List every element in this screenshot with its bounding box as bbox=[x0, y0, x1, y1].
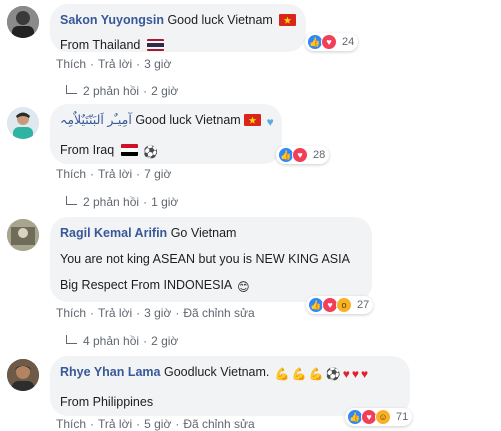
comment-text-line: Big Respect From INDONESIA bbox=[60, 278, 232, 292]
reaction-summary[interactable]: 👍 ♥ ☺ 71 bbox=[345, 408, 413, 426]
vietnam-flag-icon bbox=[244, 114, 262, 126]
blue-heart-icon: ♥ bbox=[266, 115, 274, 129]
thailand-flag-icon bbox=[146, 39, 164, 51]
vietnam-flag-icon bbox=[279, 14, 297, 26]
edited-label[interactable]: Đã chỉnh sửa bbox=[183, 417, 254, 431]
grinning-face-icon: 😊 bbox=[237, 280, 250, 294]
reaction-summary[interactable]: 👍 ♥ 28 bbox=[276, 146, 330, 164]
edited-label[interactable]: Đã chỉnh sửa bbox=[183, 306, 254, 320]
reply-link[interactable]: Trả lời bbox=[98, 167, 132, 181]
commenter-name[interactable]: Rhye Yhan Lama bbox=[60, 365, 161, 379]
reaction-count: 24 bbox=[342, 36, 355, 48]
flexed-biceps-icon: 💪 bbox=[308, 367, 324, 381]
soccer-ball-icon: ⚽ bbox=[143, 145, 159, 159]
red-heart-icon: ♥ bbox=[342, 367, 350, 381]
iraq-flag-icon bbox=[120, 144, 138, 156]
timestamp[interactable]: 3 giờ bbox=[144, 306, 171, 320]
comment-actions: Thích · Trả lời · 3 giờ bbox=[56, 57, 172, 71]
flexed-biceps-icon: 💪 bbox=[274, 367, 290, 381]
comment-text-line: From Iraq bbox=[60, 143, 115, 157]
timestamp[interactable]: 7 giờ bbox=[144, 167, 171, 181]
avatar[interactable] bbox=[7, 107, 39, 139]
comment-bubble: Sakon Yuyongsin Good luck Vietnam From T… bbox=[50, 4, 306, 52]
commenter-name[interactable]: آمِيـٌر اَلبَنّتَيٌلاٌمِہ bbox=[60, 113, 132, 127]
view-replies[interactable]: 4 phản hồi · 2 giờ bbox=[66, 334, 178, 348]
love-reaction-icon: ♥ bbox=[321, 34, 337, 50]
reaction-count: 27 bbox=[357, 299, 370, 311]
reply-link[interactable]: Trả lời bbox=[98, 306, 132, 320]
comment-text: Go Vietnam bbox=[170, 226, 237, 240]
commenter-name[interactable]: Ragil Kemal Arifin bbox=[60, 226, 167, 240]
reaction-summary[interactable]: 👍 ♥ o 27 bbox=[306, 296, 374, 314]
like-link[interactable]: Thích bbox=[56, 167, 86, 181]
reply-arrow-icon bbox=[66, 196, 77, 205]
comment-text: Goodluck Vietnam. bbox=[164, 365, 270, 379]
reaction-count: 71 bbox=[396, 411, 409, 423]
timestamp[interactable]: 3 giờ bbox=[144, 57, 171, 71]
reply-arrow-icon bbox=[66, 335, 77, 344]
comment-text-line: From Thailand bbox=[60, 38, 141, 52]
view-replies[interactable]: 2 phản hồi · 1 giờ bbox=[66, 195, 178, 209]
view-replies[interactable]: 2 phản hồi · 2 giờ bbox=[66, 84, 178, 98]
comment-actions: Thích · Trả lời · 5 giờ · Đã chỉnh sửa bbox=[56, 417, 255, 431]
comment-bubble: آمِيـٌر اَلبَنّتَيٌلاٌمِہ Good luck Viet… bbox=[50, 104, 282, 164]
timestamp[interactable]: 5 giờ bbox=[144, 417, 171, 431]
reply-arrow-icon bbox=[66, 85, 77, 94]
red-heart-icon: ♥ bbox=[360, 367, 369, 381]
like-link[interactable]: Thích bbox=[56, 417, 86, 431]
like-link[interactable]: Thích bbox=[56, 306, 86, 320]
comment-text-line: You are not king ASEAN but you is NEW KI… bbox=[60, 252, 350, 266]
haha-reaction-icon: ☺ bbox=[375, 409, 391, 425]
comment-actions: Thích · Trả lời · 3 giờ · Đã chỉnh sửa bbox=[56, 306, 255, 320]
avatar[interactable] bbox=[7, 219, 39, 251]
replies-count[interactable]: 2 phản hồi bbox=[83, 195, 139, 209]
comment-text: Good luck Vietnam bbox=[135, 113, 241, 127]
reaction-count: 28 bbox=[313, 149, 326, 161]
like-link[interactable]: Thích bbox=[56, 57, 86, 71]
reaction-summary[interactable]: 👍 ♥ 24 bbox=[305, 33, 359, 51]
replies-time: 2 giờ bbox=[151, 334, 179, 348]
replies-time: 2 giờ bbox=[151, 84, 179, 98]
comment-text-line: From Philippines bbox=[60, 395, 154, 409]
comment-actions: Thích · Trả lời · 7 giờ bbox=[56, 167, 172, 181]
red-heart-icon: ♥ bbox=[351, 367, 359, 381]
replies-count[interactable]: 2 phản hồi bbox=[83, 84, 139, 98]
comment-bubble: Rhye Yhan Lama Goodluck Vietnam. 💪 💪 💪 ⚽ ♥ ♥ ♥… bbox=[50, 356, 410, 416]
comment-bubble: Ragil Kemal Arifin Go Vietnam You are no… bbox=[50, 217, 372, 302]
flexed-biceps-icon: 💪 bbox=[291, 367, 307, 381]
avatar[interactable] bbox=[7, 359, 39, 391]
soccer-ball-icon: ⚽ bbox=[325, 367, 341, 381]
reply-link[interactable]: Trả lời bbox=[98, 57, 132, 71]
reply-link[interactable]: Trả lời bbox=[98, 417, 132, 431]
wow-reaction-icon: o bbox=[336, 297, 352, 313]
replies-time: 1 giờ bbox=[151, 195, 179, 209]
avatar[interactable] bbox=[7, 6, 39, 38]
replies-count[interactable]: 4 phản hồi bbox=[83, 334, 139, 348]
commenter-name[interactable]: Sakon Yuyongsin bbox=[60, 13, 164, 27]
comment-text: Good luck Vietnam bbox=[167, 13, 273, 27]
love-reaction-icon: ♥ bbox=[292, 147, 308, 163]
